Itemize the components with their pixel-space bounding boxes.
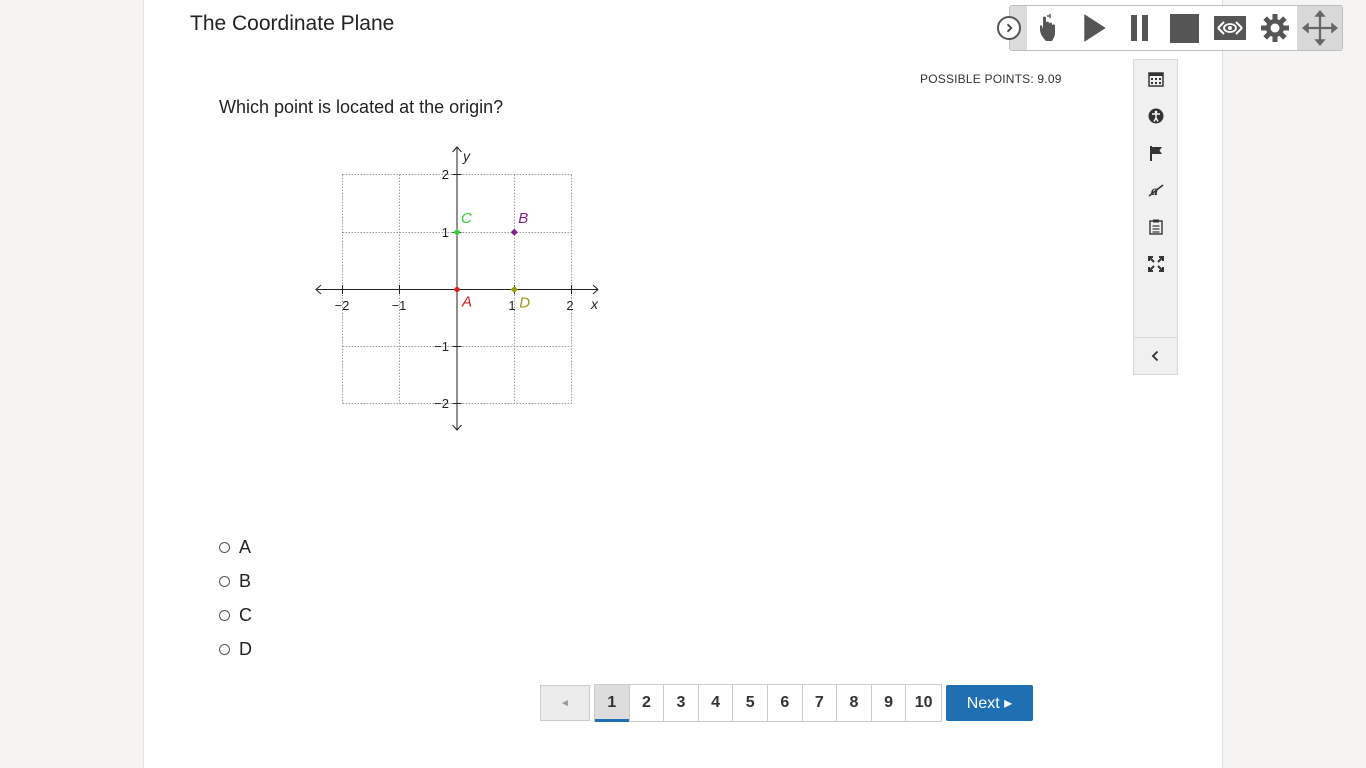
collapse-sidebar-button[interactable] — [1134, 337, 1177, 374]
play-icon[interactable] — [1072, 6, 1117, 50]
possible-points: POSSIBLE POINTS: 9.09 — [920, 72, 1062, 86]
page-9-button[interactable]: 9 — [871, 685, 907, 721]
next-button[interactable]: Next ▸ — [945, 685, 1033, 721]
page-6-button[interactable]: 6 — [767, 685, 803, 721]
toggle-icon[interactable] — [997, 16, 1021, 40]
radio-button[interactable] — [219, 541, 230, 553]
page-7-button[interactable]: 7 — [802, 685, 838, 721]
x-tick-label: −1 — [392, 298, 407, 313]
x-tick-label: 1 — [508, 298, 515, 313]
point-c-label: C — [461, 210, 472, 227]
choice-c[interactable]: C — [219, 598, 252, 632]
calendar-icon[interactable] — [1134, 60, 1177, 97]
radio-button[interactable] — [219, 575, 230, 587]
flag-icon[interactable] — [1134, 134, 1177, 171]
move-icon[interactable] — [1297, 6, 1342, 50]
y-axis-label: y — [462, 148, 471, 164]
read-aloud-toolbar — [997, 5, 1343, 51]
answer-choices: A B C D — [219, 530, 252, 666]
pagination: ◄ 1 2 3 4 5 6 7 8 9 10 Next ▸ — [540, 684, 1033, 722]
point-d-label: D — [519, 295, 530, 312]
side-toolbar: a — [1133, 59, 1178, 375]
y-tick-label: 2 — [442, 167, 449, 182]
hand-pointer-icon[interactable] — [1027, 6, 1072, 50]
choice-label: B — [239, 570, 252, 591]
toolbar-toggle[interactable] — [997, 5, 1027, 51]
choice-b[interactable]: B — [219, 564, 252, 598]
page-title: The Coordinate Plane — [190, 12, 395, 35]
settings-icon[interactable] — [1252, 6, 1297, 50]
choice-label: A — [239, 536, 252, 557]
page-3-button[interactable]: 3 — [664, 685, 699, 721]
radio-button[interactable] — [219, 609, 230, 621]
y-tick-label: −1 — [434, 339, 449, 354]
chevron-left-icon — [1151, 350, 1158, 362]
content-page: The Coordinate Plane POSSIBLE POINTS: 9.… — [143, 0, 1223, 768]
page-8-button[interactable]: 8 — [837, 685, 872, 721]
point-b-label: B — [518, 210, 528, 227]
point-a-label: A — [461, 294, 472, 311]
choice-label: D — [239, 638, 252, 659]
page-5-button[interactable]: 5 — [733, 685, 768, 721]
y-tick-label: 1 — [442, 225, 449, 240]
point-b-marker — [510, 228, 518, 236]
choice-d[interactable]: D — [219, 632, 252, 666]
fullscreen-icon[interactable] — [1134, 245, 1177, 282]
choice-a[interactable]: A — [219, 530, 252, 564]
page-2-button[interactable]: 2 — [629, 685, 665, 721]
x-tick-label: 2 — [566, 298, 573, 313]
y-tick-label: −2 — [434, 396, 449, 411]
point-d-marker — [510, 285, 518, 294]
mask-icon[interactable] — [1207, 6, 1252, 50]
accessibility-icon[interactable] — [1134, 97, 1177, 134]
coordinate-graph: −2 −1 1 2 2 1 −1 −2 x y A B C D — [315, 146, 599, 431]
previous-button[interactable]: ◄ — [540, 685, 590, 721]
pause-icon[interactable] — [1117, 6, 1162, 50]
question-text: Which point is located at the origin? — [219, 97, 504, 117]
point-a-marker — [453, 285, 461, 294]
x-axis-label: x — [590, 296, 599, 312]
stop-icon[interactable] — [1162, 6, 1207, 50]
point-c-marker — [453, 228, 461, 236]
page-1-button[interactable]: 1 — [595, 685, 630, 722]
page-10-button[interactable]: 10 — [906, 685, 941, 721]
page-4-button[interactable]: 4 — [698, 685, 734, 721]
notepad-icon[interactable] — [1134, 208, 1177, 245]
choice-label: C — [239, 604, 252, 625]
x-tick-label: −2 — [335, 298, 350, 313]
strikethrough-icon[interactable]: a — [1134, 171, 1177, 208]
radio-button[interactable] — [219, 643, 230, 655]
